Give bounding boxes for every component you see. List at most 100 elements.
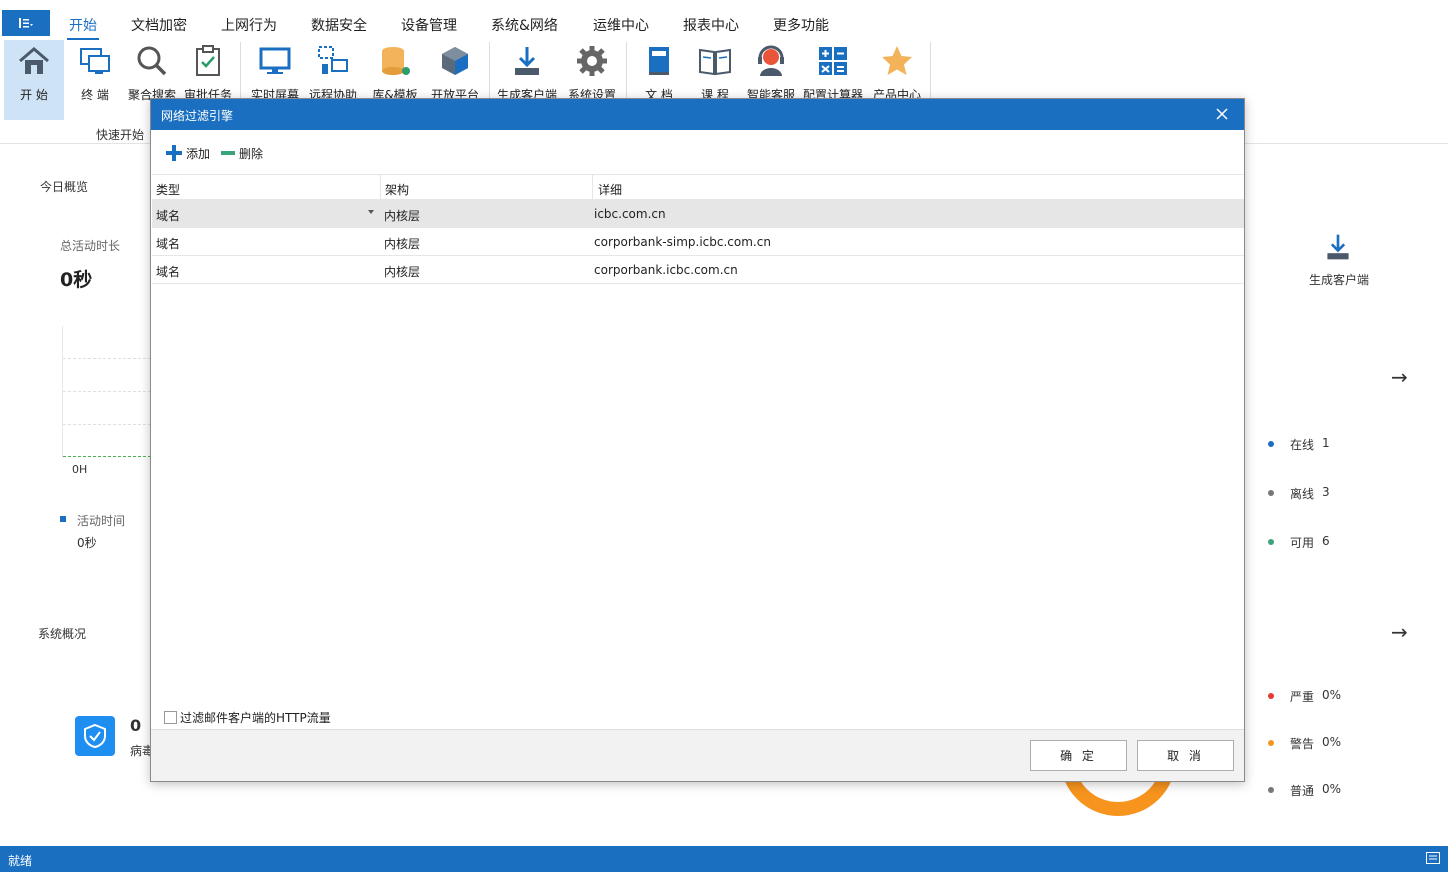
tab-start[interactable]: 开始 (67, 15, 99, 40)
close-icon[interactable] (1214, 106, 1230, 122)
column-divider[interactable] (380, 175, 381, 201)
available-dot (1268, 539, 1274, 545)
cell-arch[interactable]: 内核层 (384, 207, 420, 224)
monitor-icon (259, 47, 291, 74)
system-overview-heading: 系统概况 (38, 627, 87, 641)
cancel-button[interactable]: 取 消 (1137, 740, 1234, 771)
column-header-detail[interactable]: 详细 (598, 181, 622, 198)
online-label: 在线 (1290, 438, 1315, 452)
cell-type[interactable]: 域名 (156, 263, 180, 280)
chart-baseline (63, 456, 151, 457)
ok-button[interactable]: 确 定 (1030, 740, 1127, 771)
ribbon-start-button[interactable]: 开 始 (4, 40, 64, 120)
filter-rules-table: 类型 架构 详细 域名 内核层 icbc.com.cn 域名 内核层 corpo… (152, 174, 1244, 284)
online-dot (1268, 441, 1274, 447)
filter-mail-http-option[interactable]: 过滤邮件客户端的HTTP流量 (164, 709, 331, 726)
open-book-icon (699, 48, 731, 76)
normal-dot (1268, 787, 1274, 793)
ribbon-group-label: 快速开始 (96, 128, 145, 142)
cell-type[interactable]: 域名 (156, 207, 180, 224)
column-divider[interactable] (592, 175, 593, 201)
download-icon (515, 47, 539, 75)
tab-ops-center[interactable]: 运维中心 (593, 15, 649, 35)
plus-icon (166, 145, 182, 161)
offline-label: 离线 (1290, 487, 1315, 501)
add-button[interactable]: 添加 (165, 144, 210, 162)
chart-gridline (63, 358, 151, 359)
table-row[interactable]: 域名 内核层 icbc.com.cn (152, 200, 1244, 228)
download-icon (1327, 234, 1349, 260)
tab-data-security[interactable]: 数据安全 (311, 15, 367, 35)
tab-more-features[interactable]: 更多功能 (773, 15, 829, 35)
ribbon-separator (930, 42, 931, 98)
column-header-arch[interactable]: 架构 (385, 181, 409, 198)
book-icon (649, 47, 669, 75)
generate-client-shortcut[interactable] (1323, 232, 1353, 265)
ribbon-separator (626, 42, 627, 98)
offline-value: 3 (1322, 485, 1330, 499)
window-top-edge (0, 0, 1448, 6)
delete-label: 删除 (239, 146, 264, 161)
ribbon-terminal-label: 终 端 (81, 88, 109, 102)
home-icon (19, 47, 49, 74)
cell-detail[interactable]: corporbank-simp.icbc.com.cn (594, 235, 771, 249)
tab-doc-encryption[interactable]: 文档加密 (131, 15, 187, 35)
minus-icon (221, 151, 236, 155)
online-value: 1 (1322, 436, 1330, 450)
terminal-icon (80, 48, 110, 74)
total-active-value: 0秒 (60, 269, 93, 291)
chart-gridline (63, 424, 151, 425)
database-icon (382, 47, 410, 75)
ribbon-start-label: 开 始 (20, 88, 48, 102)
star-icon (882, 46, 912, 75)
tab-web-behavior[interactable]: 上网行为 (221, 15, 277, 35)
clipboard-check-icon (196, 45, 220, 76)
table-header: 类型 架构 详细 (152, 174, 1244, 201)
tab-report-center[interactable]: 报表中心 (683, 15, 739, 35)
virus-count: 0 (130, 716, 142, 735)
severe-dot (1268, 693, 1274, 699)
warning-dot (1268, 740, 1274, 746)
ribbon-separator (489, 42, 490, 98)
menu-bar: 开始 文档加密 上网行为 数据安全 设备管理 系统&网络 运维中心 报表中心 更… (0, 8, 1448, 40)
ribbon-terminal-button[interactable]: 终 端 (70, 40, 120, 120)
warning-value: 0% (1322, 735, 1342, 749)
warning-label: 警告 (1290, 737, 1315, 751)
virus-shield-tile (75, 716, 115, 756)
arrow-right-icon[interactable]: → (1391, 620, 1408, 644)
arrow-right-icon[interactable]: → (1391, 365, 1408, 389)
delete-button[interactable]: 删除 (220, 144, 263, 162)
available-label: 可用 (1290, 536, 1315, 550)
status-text: 就绪 (8, 854, 33, 868)
generate-client-label: 生成客户端 (1309, 273, 1370, 287)
table-row[interactable]: 域名 内核层 corporbank.icbc.com.cn (152, 256, 1244, 284)
dialog-toolbar: 添加 删除 (165, 143, 273, 163)
app-menu-button[interactable] (2, 10, 50, 36)
tab-device-management[interactable]: 设备管理 (401, 15, 457, 35)
ribbon-separator (240, 42, 241, 98)
chart-axis-label: 0H (72, 463, 88, 476)
column-header-type[interactable]: 类型 (156, 181, 180, 198)
status-bar: 就绪 (0, 846, 1448, 872)
table-row[interactable]: 域名 内核层 corporbank-simp.icbc.com.cn (152, 228, 1244, 256)
dialog-footer: 确 定 取 消 (151, 729, 1244, 781)
cell-detail[interactable]: corporbank.icbc.com.cn (594, 263, 738, 277)
dialog-title-bar[interactable]: 网络过滤引擎 (151, 99, 1244, 130)
cell-type[interactable]: 域名 (156, 235, 180, 252)
available-value: 6 (1322, 534, 1330, 548)
legend-marker (60, 516, 66, 522)
normal-value: 0% (1322, 782, 1342, 796)
search-icon (137, 46, 167, 76)
network-filter-dialog: 网络过滤引擎 添加 删除 类型 架构 详细 域名 内核层 icbc.com.cn… (150, 98, 1245, 782)
cell-detail[interactable]: icbc.com.cn (594, 207, 666, 221)
tab-system-network[interactable]: 系统&网络 (491, 15, 558, 35)
filter-mail-http-checkbox[interactable] (164, 711, 177, 724)
chevron-down-icon[interactable] (368, 210, 374, 214)
cell-arch[interactable]: 内核层 (384, 263, 420, 280)
notification-icon[interactable] (1426, 852, 1440, 864)
today-overview-heading: 今日概览 (40, 180, 89, 194)
legend-activity-label: 活动时间 (77, 514, 126, 528)
cell-arch[interactable]: 内核层 (384, 235, 420, 252)
chart-gridline (63, 391, 151, 392)
headset-icon (758, 45, 784, 76)
